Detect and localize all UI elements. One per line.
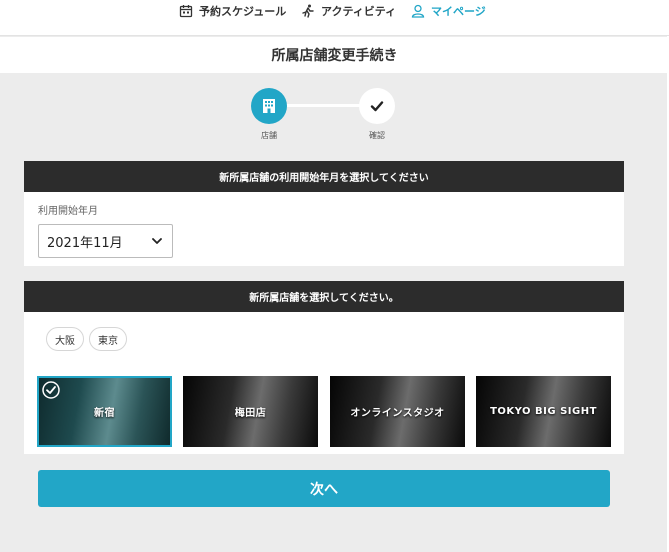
nav-item-label: マイページ bbox=[431, 5, 486, 18]
progress-stepper: 店舗 確認 bbox=[250, 88, 410, 144]
building-icon bbox=[263, 99, 275, 113]
store-name: TOKYO BIG SIGHT bbox=[490, 406, 597, 417]
store-card-shinjuku[interactable]: 新宿 bbox=[37, 376, 172, 447]
nav-item-mypage[interactable]: マイページ bbox=[411, 2, 486, 20]
step-label-store: 店舗 bbox=[261, 131, 277, 140]
nav-item-label: 予約スケジュール bbox=[199, 5, 287, 18]
nav-item-schedule[interactable]: 予約スケジュール bbox=[179, 2, 286, 20]
nav-item-label: アクティビティ bbox=[321, 5, 397, 18]
check-circle-icon bbox=[42, 381, 60, 399]
store-name: オンラインスタジオ bbox=[350, 408, 445, 419]
store-card-tokyo-big-sight[interactable]: TOKYO BIG SIGHT bbox=[476, 376, 611, 447]
top-navigation: 予約スケジュール アクティビティ マイページ bbox=[0, 0, 669, 36]
calendar-icon bbox=[179, 5, 193, 18]
user-icon bbox=[411, 4, 425, 18]
step-confirm bbox=[359, 88, 395, 124]
month-section-header: 新所属店舗の利用開始年月を選択してください bbox=[24, 161, 624, 192]
store-selection-panel: 新所属店舗を選択してください。 大阪 東京 新宿 梅田店 オンラインスタジオ T… bbox=[24, 281, 624, 454]
step-label-confirm: 確認 bbox=[369, 131, 385, 140]
store-card-umeda[interactable]: 梅田店 bbox=[183, 376, 318, 447]
store-card-online-studio[interactable]: オンラインスタジオ bbox=[330, 376, 465, 447]
start-month-select[interactable]: 2021年11月 bbox=[38, 224, 173, 258]
page-title: 所属店舗変更手続き bbox=[271, 48, 398, 64]
store-card-list: 新宿 梅田店 オンラインスタジオ TOKYO BIG SIGHT bbox=[37, 376, 612, 448]
store-name: 梅田店 bbox=[234, 408, 267, 419]
start-month-label: 利用開始年月 bbox=[38, 206, 98, 217]
page-title-bar: 所属店舗変更手続き bbox=[0, 37, 669, 73]
running-icon bbox=[302, 4, 314, 18]
store-name: 新宿 bbox=[94, 408, 115, 419]
next-button[interactable]: 次へ bbox=[38, 470, 610, 507]
step-store bbox=[251, 88, 287, 124]
start-month-value: 2021年11月 bbox=[47, 235, 123, 251]
store-section-header: 新所属店舗を選択してください。 bbox=[24, 281, 624, 312]
region-filter: 大阪 東京 bbox=[46, 327, 127, 351]
month-selection-panel: 新所属店舗の利用開始年月を選択してください 利用開始年月 2021年11月 bbox=[24, 161, 624, 266]
region-chip-tokyo[interactable]: 東京 bbox=[89, 327, 127, 351]
region-chip-osaka[interactable]: 大阪 bbox=[46, 327, 84, 351]
chevron-down-icon bbox=[152, 238, 162, 244]
check-icon bbox=[370, 101, 384, 112]
nav-item-activity[interactable]: アクティビティ bbox=[301, 2, 396, 20]
